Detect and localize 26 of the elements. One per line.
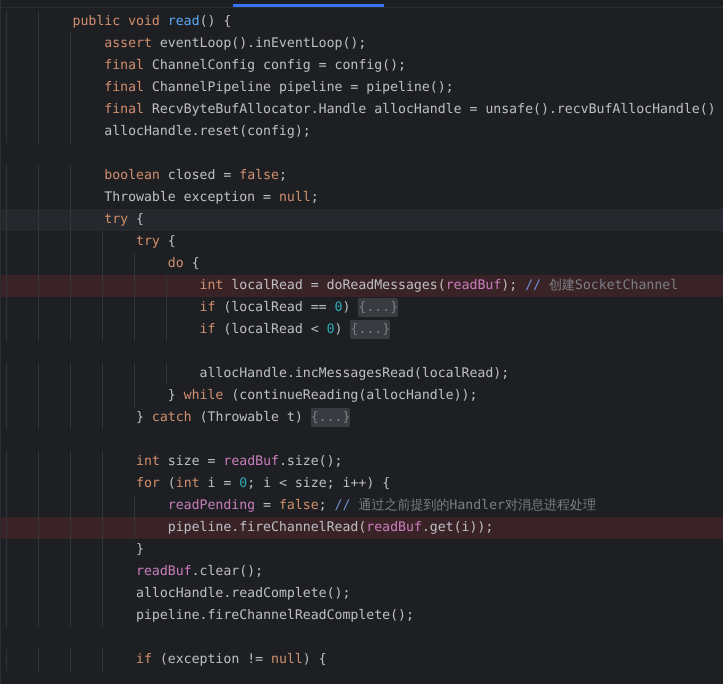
code-line: int size = readBuf.size(); — [136, 454, 342, 469]
code-line: final RecvByteBufAllocator.Handle allocHandle = unsafe().recvBufAllocHandle() — [104, 102, 716, 117]
code-line: boolean closed = false; — [104, 168, 287, 183]
code-line: do { — [168, 256, 200, 271]
code-line: readBuf.clear(); — [136, 564, 264, 579]
code-line: } — [136, 542, 144, 557]
code-line: readPending = false; // 通过之前提到的Handler对消息进程处理 — [168, 498, 596, 513]
code-line: } catch (Throwable t) {...} — [136, 410, 350, 425]
code-line: pipeline.fireChannelReadComplete(); — [136, 608, 414, 623]
code-line: allocHandle.readComplete(); — [136, 586, 350, 601]
code-line: } while (continueReading(allocHandle)); — [168, 388, 478, 403]
code-line: pipeline.fireChannelRead(readBuf.get(i)); — [168, 520, 494, 535]
code-line: allocHandle.reset(config); — [104, 124, 311, 139]
code-line: if (exception != null) { — [136, 652, 327, 667]
code-line: allocHandle.incMessagesRead(localRead); — [200, 366, 510, 381]
code-line: Throwable exception = null; — [104, 190, 319, 205]
code-line: for (int i = 0; i < size; i++) { — [136, 476, 390, 491]
code-line: int localRead = doReadMessages(readBuf); // 创建SocketChannel — [200, 278, 678, 293]
code-line: if (localRead < 0) {...} — [200, 322, 390, 337]
code-line: assert eventLoop().inEventLoop(); — [104, 36, 366, 51]
code-line: final ChannelPipeline pipeline = pipeline(); — [104, 80, 454, 95]
code-line: try { — [104, 212, 144, 227]
code-line: try { — [136, 234, 176, 249]
code-line: final ChannelConfig config = config(); — [104, 58, 406, 73]
code-line: if (localRead == 0) {...} — [200, 300, 398, 315]
code-line: public void read() { — [72, 14, 232, 29]
